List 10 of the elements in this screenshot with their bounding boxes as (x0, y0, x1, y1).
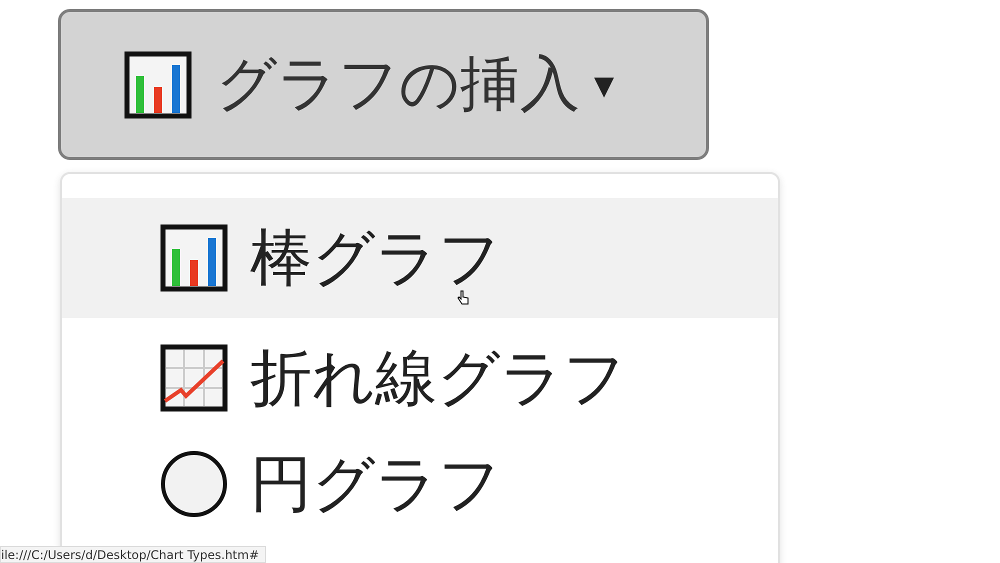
bar-chart-icon (124, 50, 192, 118)
menu-item[interactable]: 折れ線グラフ (62, 318, 778, 438)
menu-item[interactable]: 棒グラフ (62, 198, 778, 318)
insert-chart-button[interactable]: グラフの挿入 ▾ (58, 9, 709, 160)
bar-chart-icon (160, 224, 228, 292)
menu-item[interactable]: 円グラフ (62, 438, 778, 530)
circle-icon (160, 450, 228, 518)
status-bar-url: ile:///C:/Users/d/Desktop/Chart Types.htm# (0, 546, 266, 563)
pointer-hand-icon (457, 290, 469, 306)
line-chart-icon (160, 344, 228, 412)
